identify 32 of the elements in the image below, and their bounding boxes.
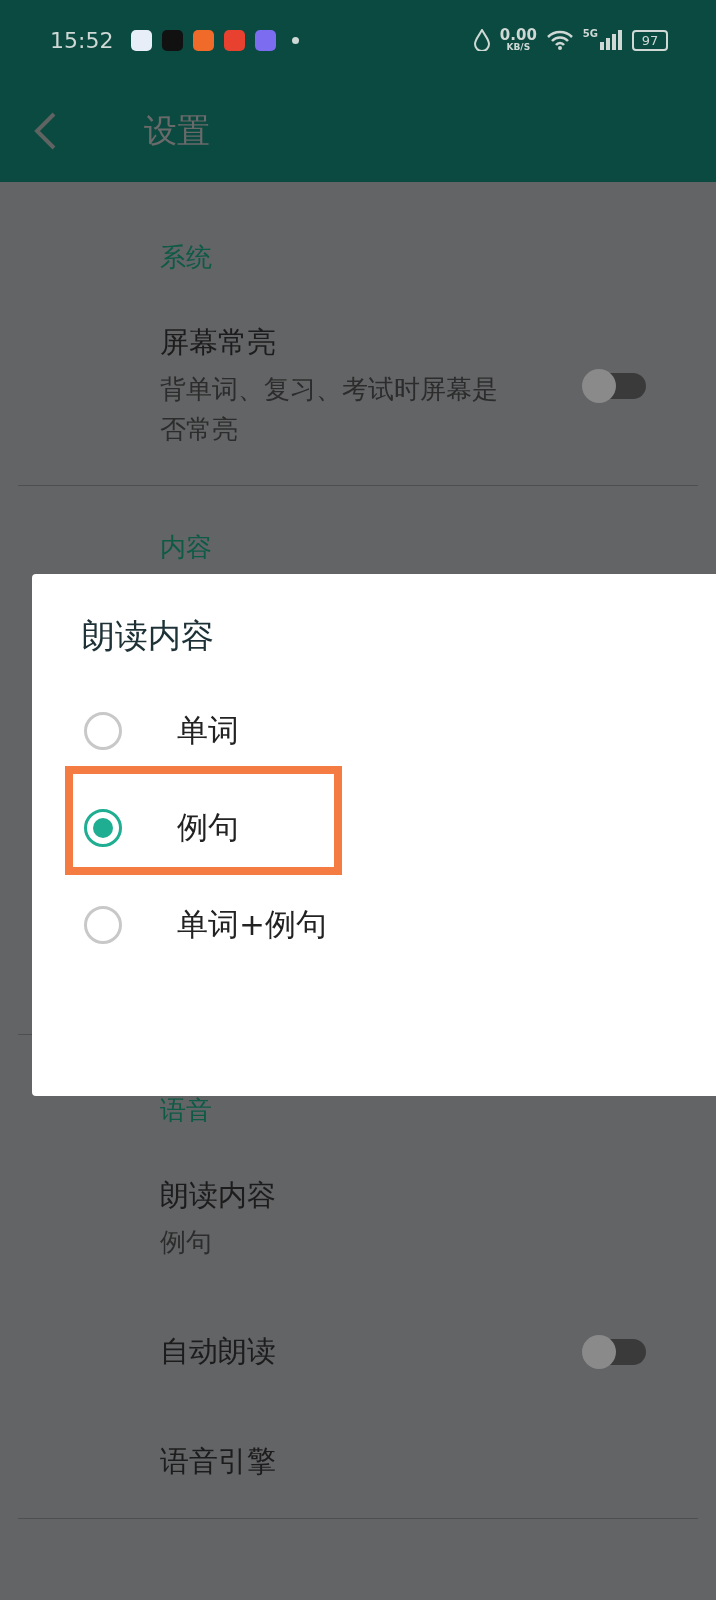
dialog-title: 朗读内容: [81, 615, 215, 654]
setting-title: 语音引擎: [160, 1443, 277, 1480]
option-label[interactable]: 例句: [177, 806, 239, 849]
net-speed: 0.00: [499, 28, 537, 43]
status-time: 15:52: [50, 27, 114, 53]
section-header: 内容: [160, 531, 213, 564]
section-header: 语音: [160, 1094, 213, 1127]
app-notification-icon: [193, 29, 215, 51]
net-speed-unit: KB/S: [506, 43, 531, 52]
setting-description: 背单词、复习、考试时屏幕是否常亮: [160, 373, 499, 446]
signal-icon: [600, 30, 622, 50]
app-notification-icon: [131, 29, 153, 51]
setting-description: 例句: [160, 1226, 213, 1259]
battery-level: 97: [632, 29, 668, 51]
wifi-icon: [546, 30, 573, 50]
back-icon[interactable]: [32, 111, 58, 151]
app-notification-icon: [224, 29, 246, 51]
radio-button[interactable]: [83, 710, 123, 751]
radio-button[interactable]: [83, 904, 123, 945]
more-notifications-icon: [292, 36, 300, 44]
option-label[interactable]: 单词: [177, 709, 239, 752]
option-label[interactable]: 单词+例句: [177, 903, 327, 946]
page-title: 设置: [144, 109, 210, 152]
drop-icon: [473, 29, 490, 51]
network-type: 5G: [582, 28, 598, 39]
section-header: 系统: [160, 241, 213, 274]
setting-title: 朗读内容: [160, 1177, 277, 1214]
radio-button[interactable]: [83, 807, 123, 848]
setting-title: 自动朗读: [160, 1333, 277, 1370]
app-notification-icon: [162, 29, 184, 51]
setting-title: 屏幕常亮: [160, 324, 277, 361]
app-notification-icon: [255, 29, 277, 51]
